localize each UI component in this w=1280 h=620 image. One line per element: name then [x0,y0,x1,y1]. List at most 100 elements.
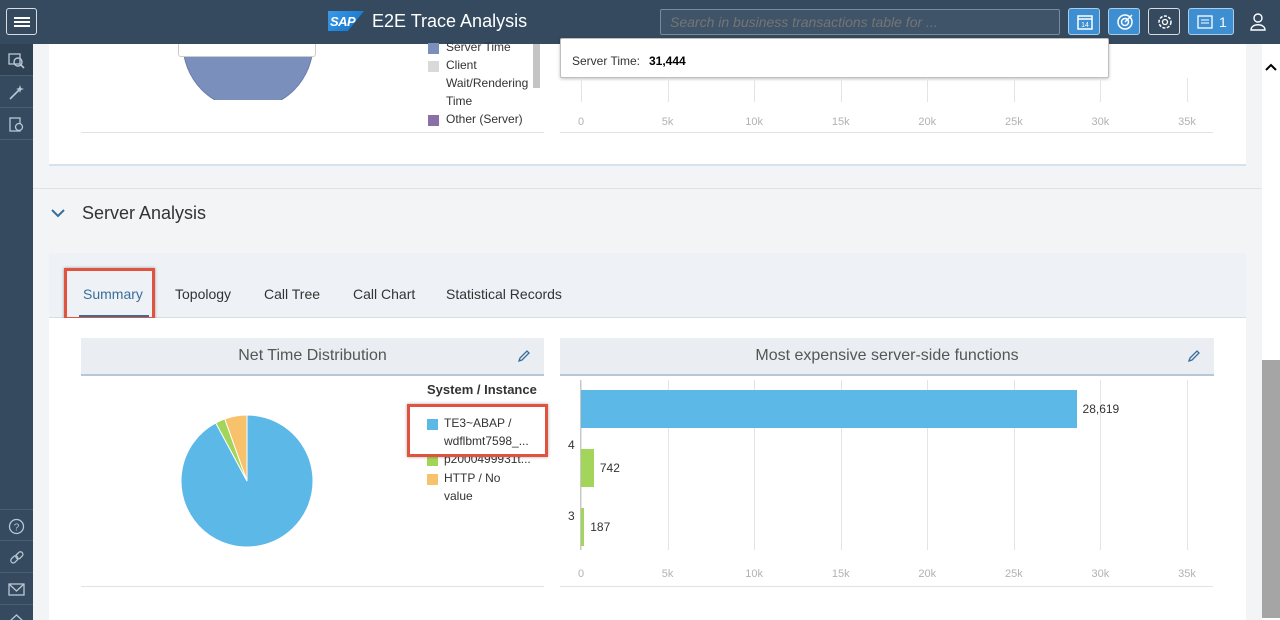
mail-nav-item[interactable] [0,573,33,605]
notifications-button[interactable]: 1 [1188,8,1234,35]
net-time-pie-chart [180,414,314,548]
legend-label-http[interactable]: HTTP / No [444,469,500,487]
server-analysis-tabbar: Summary Topology Call Tree Call Chart St… [49,253,1246,318]
legend-swatch-http [427,474,438,485]
monitor-nav-item[interactable] [0,108,33,140]
legend-label-server-time: Server Time [446,40,511,54]
bar-x-tick-label: 5k [661,568,674,580]
legend-label-client-wait: Client Wait/Rendering Time [446,58,529,108]
analysis-nav-item[interactable] [0,44,33,76]
target-icon [1117,14,1133,30]
edit-pencil-icon[interactable] [1187,349,1201,363]
help-nav-item[interactable]: ? [0,509,33,541]
bar-x-tick-label: 0 [577,568,585,580]
bar-x-tick-label: 20k [918,568,937,580]
bar[interactable] [581,508,585,546]
bar-x-tick-label: 25k [1004,568,1023,580]
top-gridline [754,78,756,102]
top-x-tick-label: 20k [918,116,937,128]
top-gridline [927,78,929,102]
magic-wand-icon [9,85,24,100]
top-x-tick-label: 5k [661,116,674,128]
chart-tooltip: Server Time: 31,444 [560,38,1109,78]
section-title: Server Analysis [82,203,207,223]
top-x-tick-label: 0 [577,116,585,128]
mail-icon [8,583,25,596]
gear-icon [1158,15,1172,29]
legend-swatch-other-server [428,115,439,126]
menu-icon-line [14,21,30,23]
bar-value-label: 28,619 [1082,402,1120,416]
left-nav-bar: ? [0,44,33,620]
chevron-down-icon[interactable] [50,206,66,220]
user-icon[interactable] [1249,12,1267,32]
legend-label-other-server: Other (Server) [446,112,523,126]
bar[interactable] [581,449,594,487]
help-icon: ? [8,518,25,535]
tab-topology[interactable]: Topology [175,286,231,302]
tab-call-tree[interactable]: Call Tree [264,286,320,302]
legend-label-http-line2: value [444,489,473,503]
target-button[interactable] [1108,8,1140,35]
expensive-functions-panel-header: Most expensive server-side functions [560,338,1214,376]
scroll-up-icon[interactable] [1264,62,1278,72]
top-gridline [1187,78,1188,102]
divider [560,132,1213,133]
bar-x-tick-label: 30k [1091,568,1110,580]
top-gridline [1013,78,1015,102]
top-gridline [840,78,842,102]
net-time-panel-header: Net Time Distribution [81,338,544,376]
tooltip-box-partial [178,44,316,57]
bar-value-label: 187 [590,520,611,534]
home-icon [10,614,23,620]
trace-analysis-icon [8,53,25,69]
top-gridline [667,78,669,102]
legend-scrollbar[interactable] [533,44,540,88]
bar-category-label: 4 [568,438,575,452]
highlight-box-te3-legend [407,404,548,457]
net-time-panel-title: Net Time Distribution [238,347,387,364]
bar-gridline [1187,380,1188,550]
divider [81,132,544,133]
calendar-icon: 14 [1077,15,1093,30]
tools-nav-item[interactable] [0,76,33,108]
page-scrollbar-thumb[interactable] [1262,360,1280,618]
svg-text:14: 14 [1081,22,1089,29]
svg-text:?: ? [14,523,20,534]
top-gridline [1100,78,1102,102]
menu-button[interactable] [6,8,37,35]
highlight-box-summary-tab [64,268,155,320]
calendar-button[interactable]: 14 [1068,8,1100,35]
expensive-functions-panel-title: Most expensive server-side functions [755,347,1019,364]
eye-document-icon [9,117,24,132]
divider [560,586,1213,587]
link-nav-item[interactable] [0,541,33,573]
bar-x-tick-label: 10k [745,568,764,580]
top-x-tick-label: 10k [745,116,764,128]
edit-pencil-icon[interactable] [517,349,531,363]
sap-logo[interactable]: SAP [328,11,364,31]
section-divider [33,188,1262,189]
legend-swatch-server-time [428,43,439,54]
divider [81,586,544,587]
tooltip-value: 31,444 [649,54,686,68]
home-nav-item[interactable] [0,605,33,620]
search-input[interactable] [660,9,1060,35]
notification-count: 1 [1219,14,1227,30]
link-icon [10,551,24,564]
bar-x-tick-label: 15k [831,568,850,580]
tab-statistical-records[interactable]: Statistical Records [446,286,562,302]
top-x-tick-label: 25k [1004,116,1023,128]
tooltip-label: Server Time: [572,54,641,68]
top-gridline [581,78,582,102]
bar[interactable] [581,390,1077,428]
legend-swatch-client-wait [428,61,439,72]
menu-icon-line [14,17,30,19]
top-x-tick-label: 15k [831,116,850,128]
app-title: E2E Trace Analysis [372,11,528,31]
settings-button[interactable] [1148,8,1180,35]
tab-call-chart[interactable]: Call Chart [353,286,415,302]
notification-list-icon [1197,15,1213,29]
top-x-tick-label: 35k [1178,116,1196,128]
bar-x-tick-label: 35k [1178,568,1196,580]
